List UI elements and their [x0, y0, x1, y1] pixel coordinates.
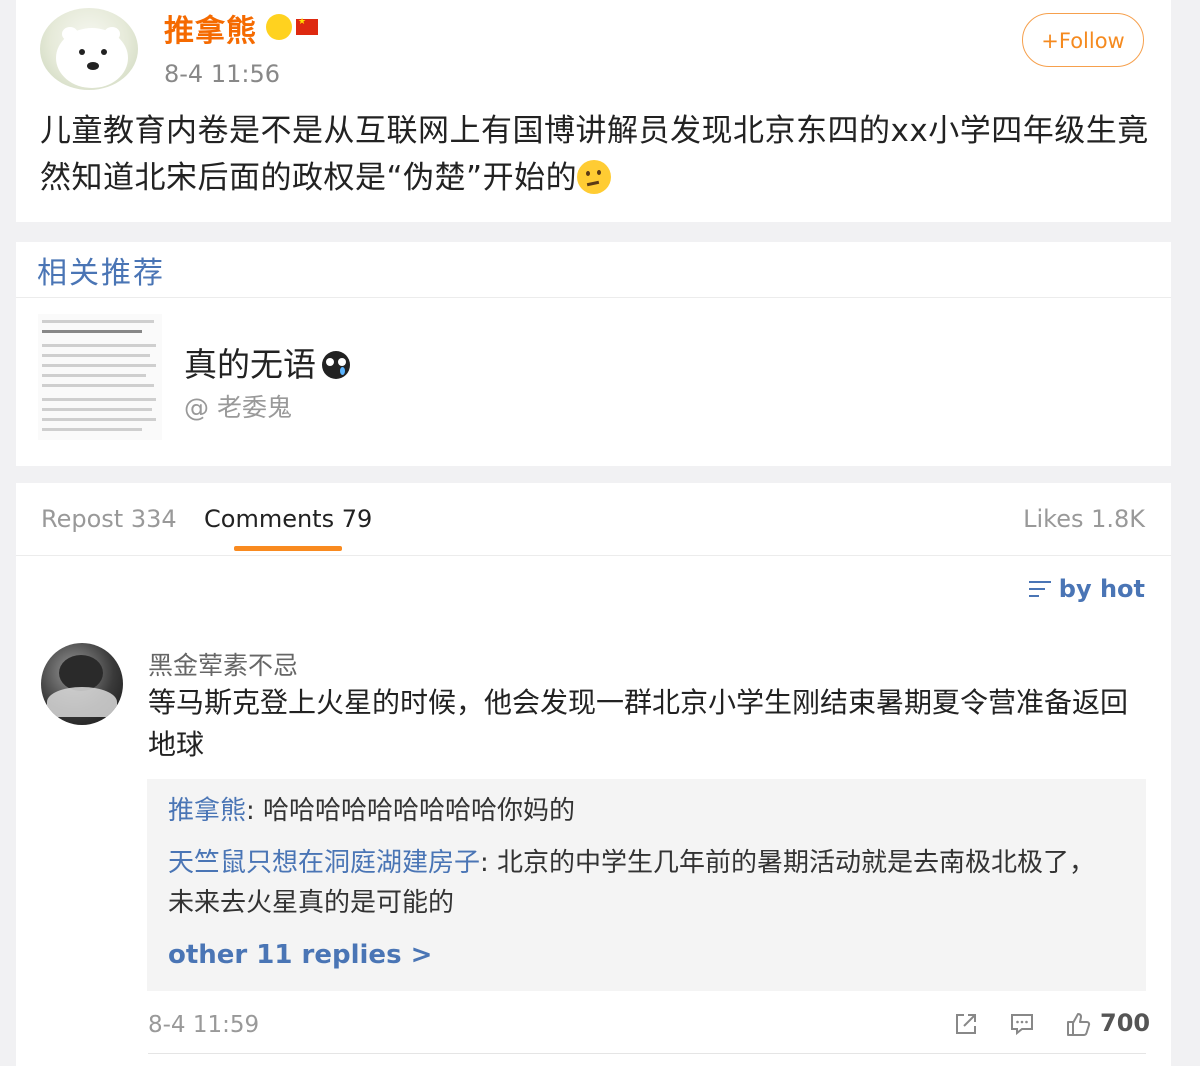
follow-button[interactable]: +Follow: [1022, 13, 1144, 67]
tab-likes[interactable]: Likes 1.8K: [1023, 505, 1145, 533]
china-flag-icon: [296, 17, 318, 35]
post-username[interactable]: 推拿熊: [164, 6, 257, 50]
reply-item: 推拿熊: 哈哈哈哈哈哈哈哈哈你妈的: [168, 791, 1118, 831]
like-count: 700: [1100, 1009, 1151, 1037]
reply-text: : 哈哈哈哈哈哈哈哈哈你妈的: [246, 796, 576, 826]
comment-text: 等马斯克登上火星的时候，他会发现一群北京小学生刚结束暑期夏令营准备返回地球: [148, 686, 1129, 761]
sort-label: by hot: [1058, 575, 1145, 603]
post-timestamp: 8-4 11:56: [164, 60, 280, 88]
recommendation-card: 相关推荐 真的无语 @ 老委鬼: [16, 242, 1171, 466]
reply-item: 天竺鼠只想在洞庭湖建房子: 北京的中学生几年前的暑期活动就是去南极北极了，未来去…: [168, 843, 1118, 923]
user-avatar[interactable]: [40, 8, 138, 90]
reply-username[interactable]: 天竺鼠只想在洞庭湖建房子: [168, 848, 480, 878]
thumbs-up-icon[interactable]: [1065, 1011, 1091, 1037]
commenter-username[interactable]: 黑金荤素不忌: [148, 646, 298, 682]
crown-icon: [266, 14, 292, 40]
more-replies-link[interactable]: other 11 replies >: [168, 940, 432, 970]
recommend-title-text: 真的无语: [184, 345, 316, 384]
recommend-section-title: 相关推荐: [37, 256, 165, 291]
reply-box[interactable]: 推拿熊: 哈哈哈哈哈哈哈哈哈你妈的 天竺鼠只想在洞庭湖建房子: 北京的中学生几年…: [147, 779, 1146, 991]
sort-button[interactable]: by hot: [1028, 575, 1145, 603]
tab-repost[interactable]: Repost 334: [41, 505, 177, 533]
sort-icon: [1028, 579, 1051, 599]
share-icon[interactable]: [953, 1011, 979, 1037]
post-body: 儿童教育内卷是不是从互联网上有国博讲解员发现北京东四的xx小学四年级生竟然知道北…: [40, 108, 1160, 202]
crying-face-icon: [322, 351, 350, 379]
tab-comments[interactable]: Comments 79: [204, 505, 372, 533]
tabs-bar: Repost 334 Comments 79 Likes 1.8K: [16, 483, 1171, 556]
divider: [148, 1053, 1146, 1054]
recommend-item-title[interactable]: 真的无语: [184, 338, 350, 386]
comment-timestamp: 8-4 11:59: [148, 1012, 260, 1038]
reply-username[interactable]: 推拿熊: [168, 796, 246, 826]
comments-card: Repost 334 Comments 79 Likes 1.8K by hot…: [16, 483, 1171, 1066]
recommend-thumbnail[interactable]: [38, 314, 162, 440]
commenter-avatar[interactable]: [41, 643, 123, 725]
post-card: 推拿熊 8-4 11:56 +Follow 儿童教育内卷是不是从互联网上有国博讲…: [16, 0, 1171, 222]
divider: [16, 297, 1171, 298]
active-tab-indicator: [234, 546, 342, 551]
recommend-item-author[interactable]: @ 老委鬼: [184, 388, 292, 424]
comment-icon[interactable]: [1009, 1011, 1035, 1037]
thinking-face-icon: [577, 160, 612, 194]
